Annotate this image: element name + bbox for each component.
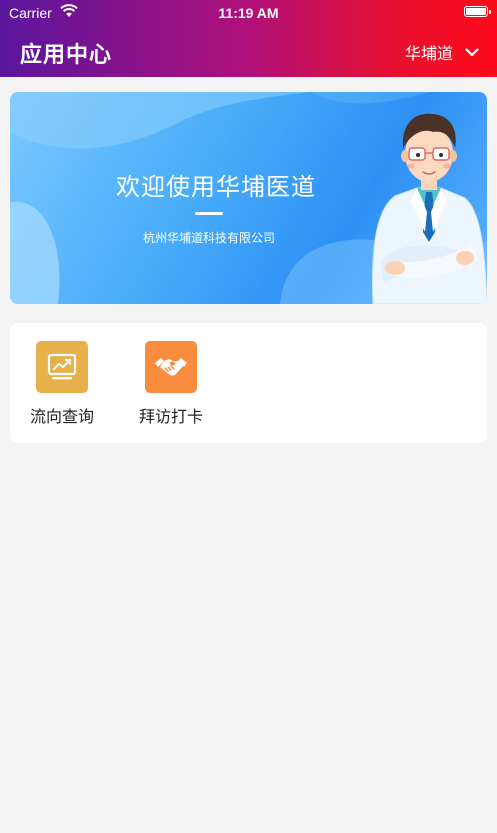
org-selector[interactable]: 华埔道 [405,40,479,64]
banner-subtitle: 杭州华埔道科技有限公司 [142,231,275,245]
org-name: 华埔道 [404,46,453,63]
banner-title: 欢迎使用华埔医道 [116,174,316,201]
chart-icon [36,341,88,393]
chevron-down-icon [465,47,479,56]
page-title: 应用中心 [20,42,113,67]
app-flow-query[interactable]: 流向查询 [17,341,107,427]
doctor-illustration [372,113,487,304]
banner-divider [195,212,223,215]
app-label: 拜访打卡 [138,409,203,426]
battery-icon [464,6,491,17]
handshake-icon [145,341,197,393]
welcome-banner[interactable]: 欢迎使用华埔医道 杭州华埔道科技有限公司 [10,92,487,304]
clock: 11:19 AM [218,5,279,21]
apps-card: 流向查询 拜访打卡 [10,323,487,443]
app-header: Carrier 11:19 AM 应用中心 华埔道 [0,0,497,77]
status-bar: Carrier 11:19 AM [0,0,497,26]
app-visit-checkin[interactable]: 拜访打卡 [126,341,216,427]
app-label: 流向查询 [29,409,94,426]
